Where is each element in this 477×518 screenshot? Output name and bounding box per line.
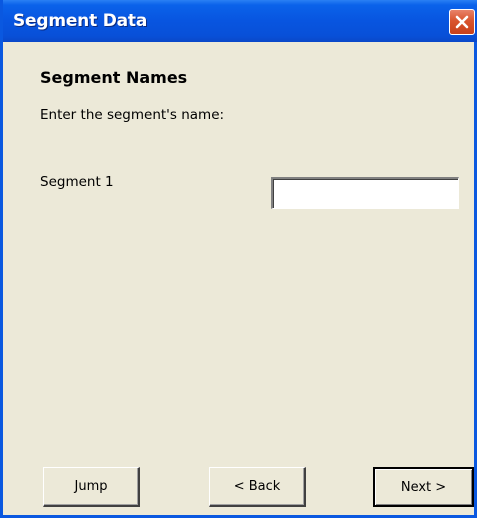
segment-1-input[interactable] <box>271 177 459 209</box>
instruction-text: Enter the segment's name: <box>40 107 225 123</box>
dialog-window: Segment Data Segment Names Enter the seg… <box>0 0 477 518</box>
back-button[interactable]: < Back <box>209 467 306 507</box>
close-button[interactable] <box>449 9 475 35</box>
close-icon <box>455 15 469 29</box>
section-heading: Segment Names <box>40 68 188 87</box>
segment-1-label: Segment 1 <box>40 174 114 190</box>
jump-button[interactable]: Jump <box>43 467 140 507</box>
next-button[interactable]: Next > <box>373 467 474 507</box>
title-bar[interactable]: Segment Data <box>3 0 477 42</box>
window-title: Segment Data <box>13 11 148 31</box>
